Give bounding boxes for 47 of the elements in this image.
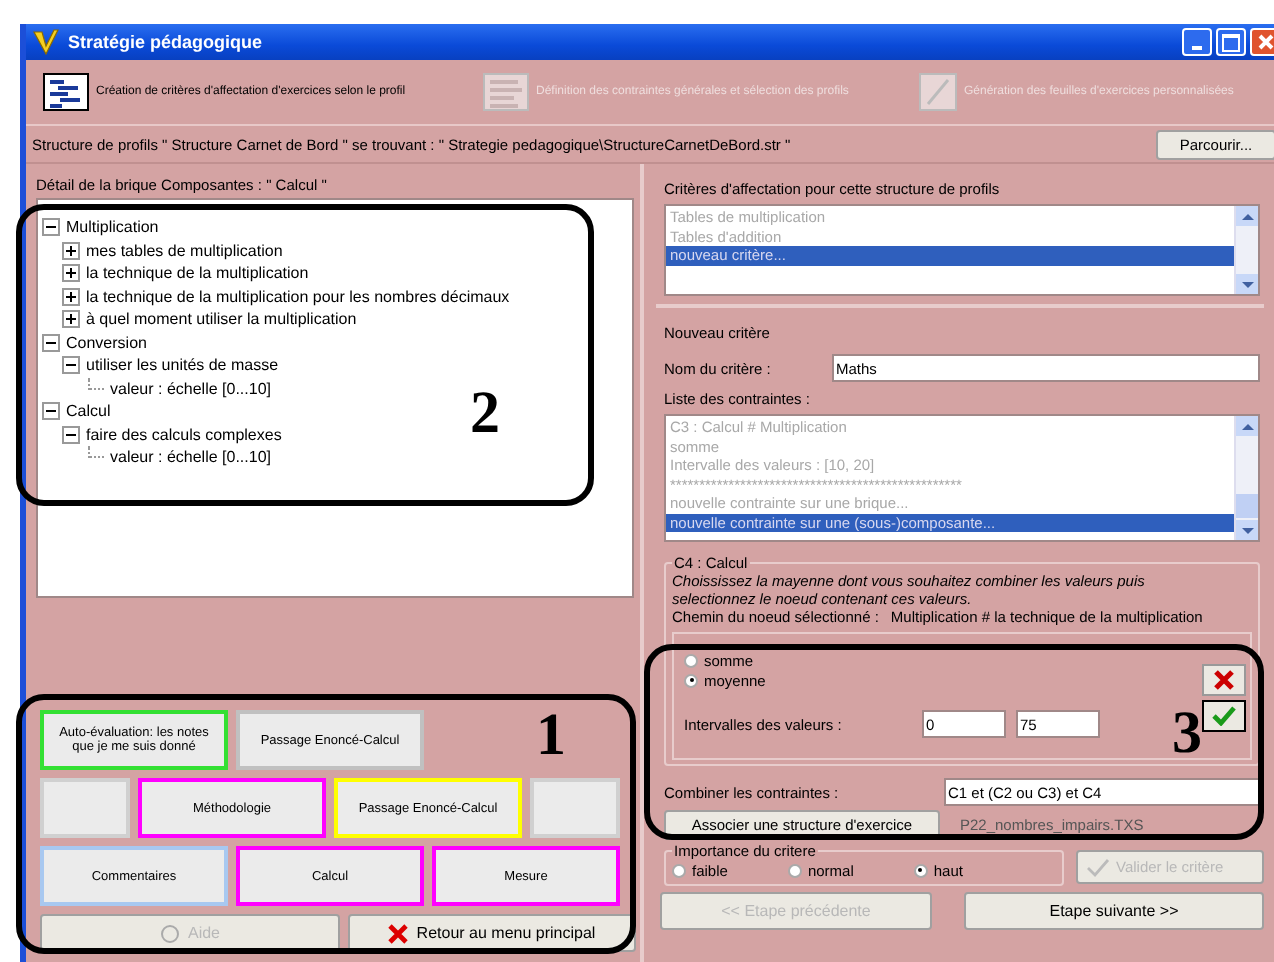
checkmark-icon: [1086, 857, 1110, 877]
expand-icon[interactable]: [62, 287, 80, 306]
collapse-icon[interactable]: [62, 425, 80, 444]
tree-item[interactable]: mes tables de multiplication: [86, 241, 283, 260]
annotation-number: 2: [470, 384, 500, 444]
expand-icon[interactable]: [62, 264, 80, 283]
help-icon: [159, 923, 180, 943]
confirm-button[interactable]: [1202, 700, 1246, 732]
close-icon[interactable]: [1250, 28, 1274, 56]
close-icon: [388, 923, 409, 943]
maximize-icon[interactable]: [1216, 28, 1246, 56]
tree-item[interactable]: valeur : échelle [0...10]: [110, 379, 271, 398]
radio-button[interactable]: [672, 863, 686, 877]
annotation-number: 1: [536, 706, 566, 766]
list-icon: [42, 72, 90, 112]
window-title: Stratégie pédagogique: [68, 32, 265, 52]
tree-item[interactable]: la technique de la multiplication pour les nombres décimaux: [86, 287, 510, 306]
constraints-list[interactable]: [664, 414, 1260, 542]
expand-icon[interactable]: [62, 310, 80, 329]
tree-item[interactable]: valeur : échelle [0...10]: [110, 448, 271, 467]
collapse-icon[interactable]: [42, 333, 60, 352]
tree-item[interactable]: à quel moment utiliser la multiplication: [86, 310, 357, 329]
list-icon: [482, 72, 530, 112]
scrollbar[interactable]: [1234, 416, 1258, 540]
radio-button[interactable]: [684, 653, 698, 667]
tree-item[interactable]: Conversion: [66, 333, 147, 352]
collapse-icon[interactable]: [62, 356, 80, 375]
tree-item[interactable]: Calcul: [66, 402, 111, 421]
slash-icon: [918, 72, 958, 112]
next-step-button[interactable]: Etape suivante >>: [964, 892, 1264, 930]
tree-item[interactable]: utiliser les unités de masse: [86, 356, 279, 375]
tree-item[interactable]: faire des calculs complexes: [86, 425, 282, 444]
minimize-icon[interactable]: [1182, 28, 1212, 56]
app-logo-icon: [32, 28, 60, 56]
cancel-button[interactable]: [1202, 664, 1246, 696]
radio-button[interactable]: [684, 673, 698, 687]
cross-icon: [1214, 670, 1234, 690]
radio-button[interactable]: [787, 863, 802, 877]
tree-item[interactable]: Multiplication: [66, 218, 159, 237]
expand-icon[interactable]: [62, 241, 80, 260]
scrollbar[interactable]: [1234, 206, 1258, 294]
tree-item[interactable]: la technique de la multiplication: [86, 264, 309, 283]
radio-button[interactable]: [913, 863, 928, 877]
collapse-icon[interactable]: [42, 218, 60, 237]
annotation-number: 3: [1172, 704, 1202, 764]
collapse-icon[interactable]: [42, 402, 60, 421]
checkmark-icon: [1212, 706, 1236, 726]
